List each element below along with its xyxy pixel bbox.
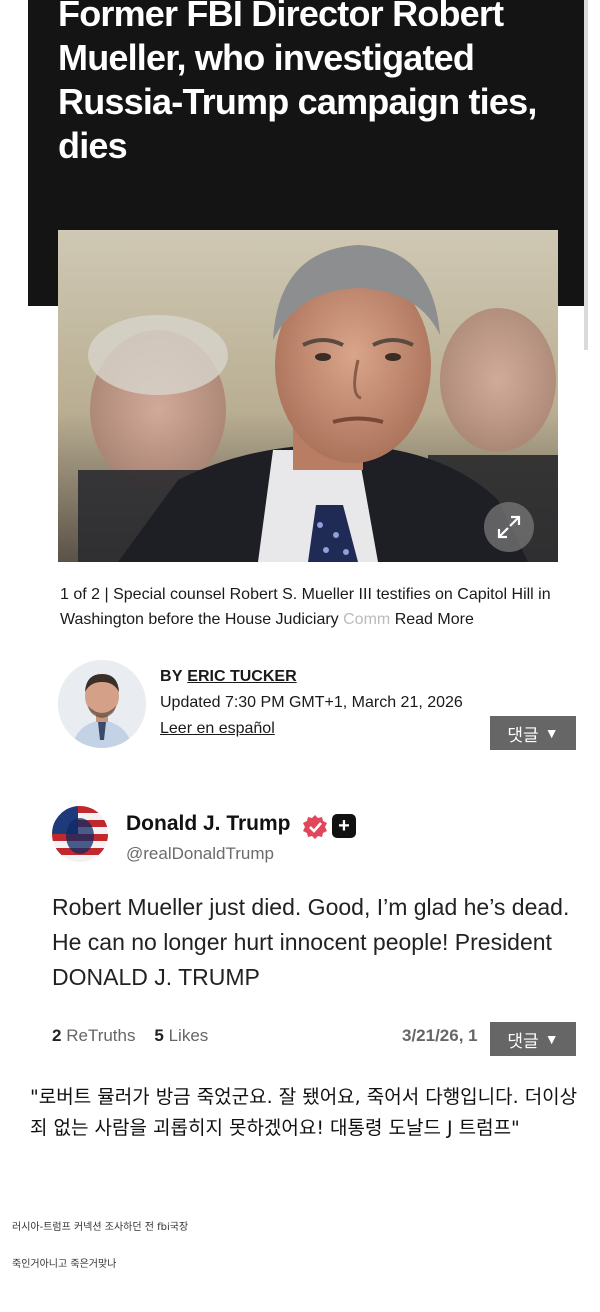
post-author-name[interactable]: Donald J. Trump [126, 812, 291, 836]
post-author-handle[interactable]: @realDonaldTrump [126, 844, 274, 864]
caption-text: Special counsel Robert S. Mueller III te… [60, 586, 551, 628]
photo-caption: 1 of 2 | Special counsel Robert S. Muell… [60, 582, 560, 632]
post-avatar[interactable] [52, 806, 108, 862]
note-caption-1: 러시아-트럼프 커넥션 조사하던 전 fbi국장 [12, 1222, 189, 1233]
plus-icon: + [332, 814, 356, 838]
article-byline: BY ERIC TUCKER Updated 7:30 PM GMT+1, Ma… [160, 664, 463, 742]
post-date: 3/21/26, 1 [402, 1026, 478, 1045]
news-article: Former FBI Director Robert Mueller, who … [0, 0, 600, 765]
byline-by: BY [160, 668, 183, 685]
verified-badge-icon [303, 815, 327, 839]
comment-button-label: 댓글 [507, 1031, 539, 1051]
caption-counter: 1 of 2 | [60, 586, 109, 603]
social-post: Donald J. Trump + @realDonaldTrump Rober… [0, 770, 600, 1070]
mueller-hearing-photo [58, 230, 558, 562]
likes-label[interactable]: Likes [169, 1026, 209, 1045]
author-avatar[interactable] [58, 660, 146, 748]
article-photo[interactable] [58, 230, 558, 562]
author-photo [58, 660, 146, 748]
expand-arrows-icon [497, 515, 521, 539]
author-link[interactable]: ERIC TUCKER [187, 668, 296, 685]
retruths-count: 2 [52, 1026, 62, 1045]
updated-timestamp: Updated 7:30 PM GMT+1, March 21, 2026 [160, 694, 463, 711]
post-text: Robert Mueller just died. Good, I’m glad… [52, 894, 570, 990]
comment-button-label: 댓글 [507, 725, 539, 745]
caption-fade-text: Comm [343, 611, 391, 628]
spanish-version-link[interactable]: Leer en español [160, 716, 463, 742]
article-headline: Former FBI Director Robert Mueller, who … [58, 0, 537, 166]
note-caption-2: 죽인거아니고 죽은거맞나 [12, 1259, 117, 1270]
korean-translation: "로버트 뮬러가 방금 죽었군요. 잘 됐어요, 죽어서 다행입니다. 더이상 … [30, 1086, 578, 1139]
read-more-link[interactable]: Read More [395, 611, 474, 628]
scrollbar[interactable] [584, 0, 588, 350]
retruths-label[interactable]: ReTruths [66, 1026, 135, 1045]
comment-button-2[interactable]: 댓글 ▼ [490, 1022, 576, 1056]
chevron-down-icon: ▼ [544, 1031, 559, 1047]
likes-count: 5 [154, 1026, 164, 1045]
post-stats: 2 ReTruths 5 Likes [52, 1026, 208, 1046]
expand-image-button[interactable] [484, 502, 534, 552]
flag-portrait-avatar [52, 806, 108, 862]
comment-button[interactable]: 댓글 ▼ [490, 716, 576, 750]
chevron-down-icon: ▼ [544, 725, 559, 741]
